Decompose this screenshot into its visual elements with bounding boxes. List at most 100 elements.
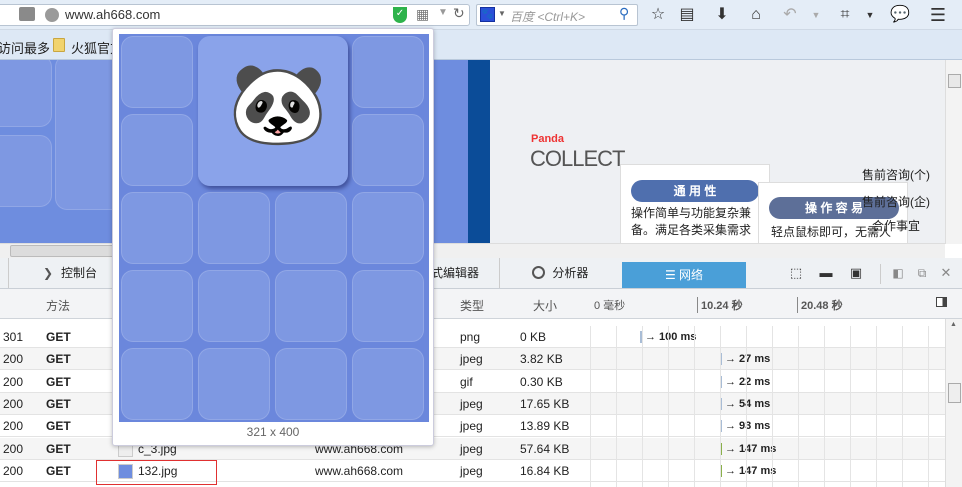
- timeline-gridline: [616, 326, 617, 487]
- cell-timing: → 147 ms: [725, 464, 777, 477]
- preview-image: 🐼: [119, 34, 429, 422]
- preview-tile: [352, 114, 424, 186]
- cell-timing: → 100 ms: [645, 331, 697, 343]
- preview-tile: [121, 270, 193, 342]
- column-type[interactable]: 类型: [460, 297, 484, 314]
- timeline-tick-1: 10.24 秒: [697, 297, 743, 313]
- bookmark-most-visited[interactable]: 访问最多: [0, 38, 50, 57]
- cell-type: gif: [460, 374, 473, 389]
- brand-small: Panda: [531, 133, 565, 145]
- clock-icon: [532, 266, 545, 279]
- consult-link-personal[interactable]: 售前咨询(个): [862, 166, 930, 183]
- image-dimensions: 321 x 400: [246, 425, 300, 439]
- timeline-gridline: [824, 326, 825, 487]
- tab-label: 分析器: [552, 266, 589, 280]
- vertical-scrollbar[interactable]: [945, 60, 962, 244]
- undo-dropdown-icon[interactable]: ▼: [806, 5, 826, 25]
- undo-icon[interactable]: ↶: [780, 5, 800, 25]
- request-list-scrollbar[interactable]: ▲: [945, 319, 962, 487]
- cell-method: GET: [46, 352, 71, 367]
- undock-icon[interactable]: ⧉: [912, 263, 932, 283]
- preview-tile: [275, 270, 347, 342]
- timeline-gridline: [746, 326, 747, 487]
- url-bar[interactable]: www.ah668.com ✓ ▦ ▼ ↻: [0, 4, 470, 26]
- reload-icon[interactable]: ↻: [453, 5, 465, 22]
- cell-timing: → 22 ms: [725, 375, 771, 388]
- consult-link-enterprise[interactable]: 售前咨询(企): [862, 193, 930, 210]
- cell-size: 0.30 KB: [520, 374, 563, 389]
- cell-method: GET: [46, 396, 71, 411]
- preview-tile: [275, 348, 347, 420]
- preview-tile: [121, 114, 193, 186]
- tabs-group-icon[interactable]: [19, 7, 35, 21]
- timeline-gridline: [590, 326, 591, 487]
- close-icon[interactable]: ✕: [936, 263, 956, 283]
- search-input[interactable]: 百度 <Ctrl+K>: [510, 8, 585, 25]
- cell-size: 0 KB: [520, 330, 547, 344]
- banner-divider: [468, 60, 490, 244]
- scrollbar-thumb[interactable]: [948, 383, 961, 403]
- globe-icon: [45, 8, 59, 22]
- cell-size: 13.89 KB: [520, 419, 570, 434]
- browser-toolbar: www.ah668.com ✓ ▦ ▼ ↻ 🐾 ▼ 百度 <Ctrl+K> ⚲ …: [0, 0, 962, 30]
- cell-method: GET: [46, 463, 71, 478]
- timeline-gridline: [642, 326, 643, 487]
- dock-side-icon[interactable]: ◧: [888, 263, 908, 283]
- download-icon[interactable]: ⬇: [712, 5, 732, 25]
- reading-list-icon[interactable]: ▤: [677, 5, 697, 25]
- home-icon[interactable]: ⌂: [746, 5, 766, 25]
- cell-method: GET: [46, 441, 71, 456]
- cell-status: 200: [3, 374, 24, 389]
- tab-console[interactable]: ❯ 控制台: [8, 258, 112, 288]
- crop-dropdown-icon[interactable]: ▼: [860, 5, 880, 25]
- network-icon: ☰: [664, 268, 676, 282]
- bookmark-star-icon[interactable]: ☆: [648, 5, 668, 25]
- tab-label: 网络: [679, 268, 704, 282]
- scrollbar-thumb[interactable]: [948, 74, 961, 88]
- shield-icon[interactable]: ✓: [393, 7, 407, 23]
- cell-size: 16.84 KB: [520, 463, 570, 478]
- scroll-up-icon[interactable]: ▲: [950, 321, 957, 328]
- column-size[interactable]: 大小: [533, 297, 557, 314]
- cell-type: jpeg: [460, 396, 483, 411]
- cell-type: jpeg: [460, 352, 483, 367]
- pick-element-icon[interactable]: ⬚: [786, 263, 806, 283]
- chat-icon[interactable]: 💬: [890, 5, 910, 25]
- cell-timing: → 27 ms: [725, 353, 771, 366]
- tab-profiler[interactable]: 分析器: [532, 258, 622, 288]
- tab-network[interactable]: ☰ 网络: [622, 262, 746, 288]
- feature-card-general: 通 用 性 操作简单与功能复杂兼备。满足各类采集需求: [620, 164, 770, 244]
- timeline-gridline: [902, 326, 903, 487]
- url-text[interactable]: www.ah668.com: [65, 7, 160, 22]
- consult-link-cooperation[interactable]: 合作事宜: [872, 217, 920, 234]
- column-method[interactable]: 方法: [46, 297, 70, 314]
- baidu-icon[interactable]: 🐾: [480, 7, 495, 22]
- preview-tile: [121, 348, 193, 420]
- search-icon[interactable]: ⚲: [619, 5, 629, 22]
- preview-tile: [352, 36, 424, 108]
- chevron-right-icon: ❯: [43, 266, 54, 280]
- cell-type: jpeg: [460, 419, 483, 434]
- cell-status: 200: [3, 352, 24, 367]
- qrcode-icon[interactable]: ▦: [416, 6, 429, 23]
- cell-timing: → 93 ms: [725, 420, 771, 433]
- crop-icon[interactable]: ⌗: [835, 5, 855, 25]
- cell-method: GET: [46, 330, 71, 344]
- selected-row-highlight: [96, 460, 217, 485]
- search-bar[interactable]: 🐾 ▼ 百度 <Ctrl+K> ⚲: [476, 4, 638, 26]
- cell-timing: → 147 ms: [725, 442, 777, 455]
- cell-size: 3.82 KB: [520, 352, 563, 367]
- cell-status: 200: [3, 419, 24, 434]
- toggle-sidebar-icon[interactable]: [936, 297, 947, 307]
- responsive-mode-icon[interactable]: ▣: [846, 263, 866, 283]
- preview-tile: [275, 192, 347, 264]
- preview-tile: 🐼: [198, 36, 348, 186]
- dropdown-icon[interactable]: ▼: [438, 7, 448, 18]
- timeline-tick-0: 0 毫秒: [594, 300, 626, 312]
- toolbar-divider: [880, 264, 881, 284]
- split-console-icon[interactable]: ▬: [816, 263, 836, 283]
- timeline-gridline: [798, 326, 799, 487]
- cell-domain: www.ah668.com: [315, 463, 404, 478]
- menu-icon[interactable]: ☰: [928, 5, 948, 25]
- engine-dropdown-icon[interactable]: ▼: [498, 9, 506, 18]
